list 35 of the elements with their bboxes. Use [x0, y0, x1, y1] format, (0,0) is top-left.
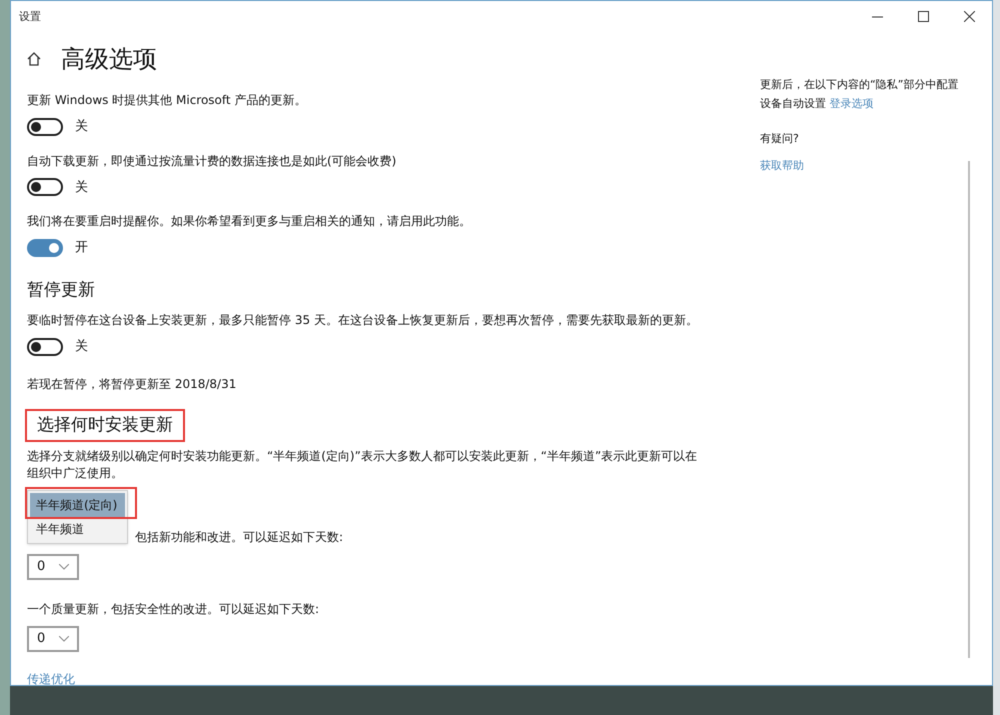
- setting-label: 一个质量更新，包括安全性的改进。可以延迟如下天数:: [27, 601, 320, 618]
- maximize-icon: [918, 10, 928, 22]
- setting-label: 要临时暂停在这台设备上安装更新，最多只能暂停 35 天。在这台设备上恢复更新后，要想再次暂停，需要先获取最新的更新。: [27, 312, 699, 329]
- menu-item[interactable]: 半年频道: [30, 517, 125, 541]
- days-dropdown[interactable]: 0: [27, 554, 79, 580]
- question-label: 有疑问?: [760, 131, 800, 147]
- setting-label: 我们将在要重启时提醒你。如果你希望看到更多与重启相关的通知，请启用此功能。: [27, 213, 472, 230]
- window-title: 设置: [19, 9, 41, 25]
- toggle-state: 关: [75, 338, 88, 356]
- menu-item[interactable]: 半年频道(定向): [30, 493, 125, 517]
- get-help-link[interactable]: 获取帮助: [760, 158, 968, 174]
- branch-description: 选择分支就绪级别以确定何时安装功能更新。“半年频道(定向)”表示大多数人都可以安装此更新，“半年频道”表示此更新可以在组织中广泛使用。: [27, 448, 698, 482]
- toggle-state: 关: [75, 118, 88, 136]
- days-dropdown[interactable]: 0: [27, 626, 79, 652]
- toggle-switch[interactable]: [27, 178, 63, 196]
- page-title: 高级选项: [61, 44, 157, 75]
- chevron-down-icon: [59, 564, 69, 570]
- setting-label: 自动下载更新，即使通过按流量计费的数据连接也是如此(可能会收费): [27, 152, 398, 170]
- section-heading: 选择何时安装更新: [37, 414, 173, 436]
- setting-label: 包括新功能和改进。可以延迟如下天数:: [135, 529, 344, 546]
- toggle-state: 开: [75, 239, 88, 257]
- scrollbar[interactable]: [968, 161, 970, 658]
- toggle-switch[interactable]: [27, 118, 63, 136]
- home-icon[interactable]: [27, 52, 41, 66]
- toggle-state: 关: [75, 178, 88, 196]
- sign-in-options-link[interactable]: 登录选项: [830, 97, 874, 110]
- delivery-optimization-link[interactable]: 传递优化: [27, 670, 756, 688]
- toggle-switch[interactable]: [27, 338, 63, 356]
- section-heading: 暂停更新: [27, 278, 96, 302]
- privacy-note: 更新后，在以下内容的“隐私”部分中配置设备自动设置 登录选项: [760, 77, 960, 112]
- pause-note: 若现在暂停，将暂停更新至 2018/8/31: [27, 376, 238, 392]
- chevron-down-icon: [59, 636, 69, 642]
- close-icon: [964, 10, 974, 22]
- setting-label: 更新 Windows 时提供其他 Microsoft 产品的更新。: [27, 92, 308, 109]
- toggle-switch[interactable]: [27, 238, 63, 257]
